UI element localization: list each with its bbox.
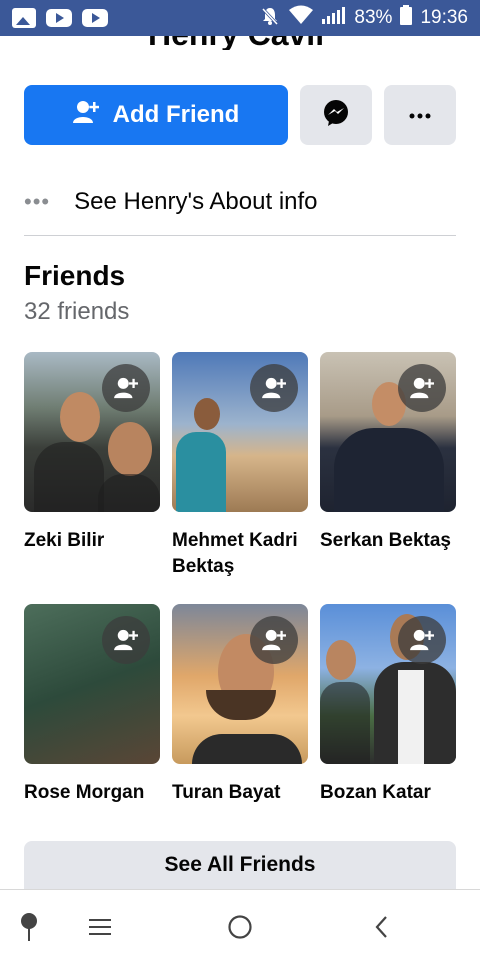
friend-name[interactable]: Bozan Katar [320, 780, 456, 806]
friends-title: Friends [24, 260, 126, 291]
clock: 19:36 [420, 7, 468, 28]
profile-actions: Add Friend [24, 85, 456, 145]
wifi-icon [288, 5, 314, 31]
system-nav-bar [0, 889, 480, 960]
friend-photo[interactable] [320, 352, 456, 512]
friend-photo[interactable] [24, 604, 160, 764]
messenger-button[interactable] [300, 85, 372, 145]
add-friend-badge[interactable] [250, 364, 298, 412]
add-friend-label: Add Friend [112, 101, 240, 128]
about-info-label: See Henry's About info [74, 188, 318, 215]
home-icon[interactable] [225, 912, 255, 942]
add-friend-badge[interactable] [398, 616, 446, 664]
youtube-icon [82, 9, 108, 27]
divider [24, 235, 456, 236]
image-icon [12, 8, 36, 28]
add-friend-badge[interactable] [102, 616, 150, 664]
back-icon[interactable] [366, 912, 396, 942]
about-info-row[interactable]: ••• See Henry's About info [24, 182, 456, 222]
friend-name[interactable]: Mehmet Kadri Bektaş [172, 528, 308, 580]
battery-icon [400, 5, 413, 31]
more-icon [409, 106, 431, 124]
add-friend-badge[interactable] [398, 364, 446, 412]
more-options-button[interactable] [384, 85, 456, 145]
friend-card[interactable]: Zeki Bilir [24, 352, 160, 554]
friend-card[interactable]: Serkan Bektaş [320, 352, 456, 554]
status-bar: 83% 19:36 [0, 0, 480, 36]
friend-photo[interactable] [320, 604, 456, 764]
add-friend-badge[interactable] [102, 364, 150, 412]
signal-icon [322, 6, 346, 30]
profile-name: Henry Cavil [148, 36, 324, 50]
friend-photo[interactable] [172, 352, 308, 512]
add-friend-button[interactable]: Add Friend [24, 85, 288, 145]
friend-card[interactable]: Turan Bayat [172, 604, 308, 806]
mute-icon [260, 6, 280, 31]
menu-icon[interactable] [85, 912, 115, 942]
add-person-icon [72, 100, 99, 131]
youtube-icon [46, 9, 72, 27]
battery-percent: 83% [354, 7, 393, 28]
see-all-friends-button[interactable]: See All Friends [24, 841, 456, 889]
friend-photo[interactable] [24, 352, 160, 512]
more-dots-icon: ••• [24, 189, 51, 214]
friend-name[interactable]: Serkan Bektaş [320, 528, 456, 554]
messenger-icon [322, 99, 350, 132]
friend-card[interactable]: Rose Morgan [24, 604, 160, 806]
friend-name[interactable]: Zeki Bilir [24, 528, 160, 554]
friend-card[interactable]: Mehmet Kadri Bektaş [172, 352, 308, 580]
add-friend-badge[interactable] [250, 616, 298, 664]
friend-name[interactable]: Rose Morgan [24, 780, 160, 806]
profile-name-header: Henry Cavil [0, 36, 480, 50]
friends-count: 32 friends [24, 298, 130, 325]
friend-card[interactable]: Bozan Katar [320, 604, 456, 806]
friend-photo[interactable] [172, 604, 308, 764]
pin-icon[interactable] [14, 912, 44, 942]
friend-name[interactable]: Turan Bayat [172, 780, 308, 806]
